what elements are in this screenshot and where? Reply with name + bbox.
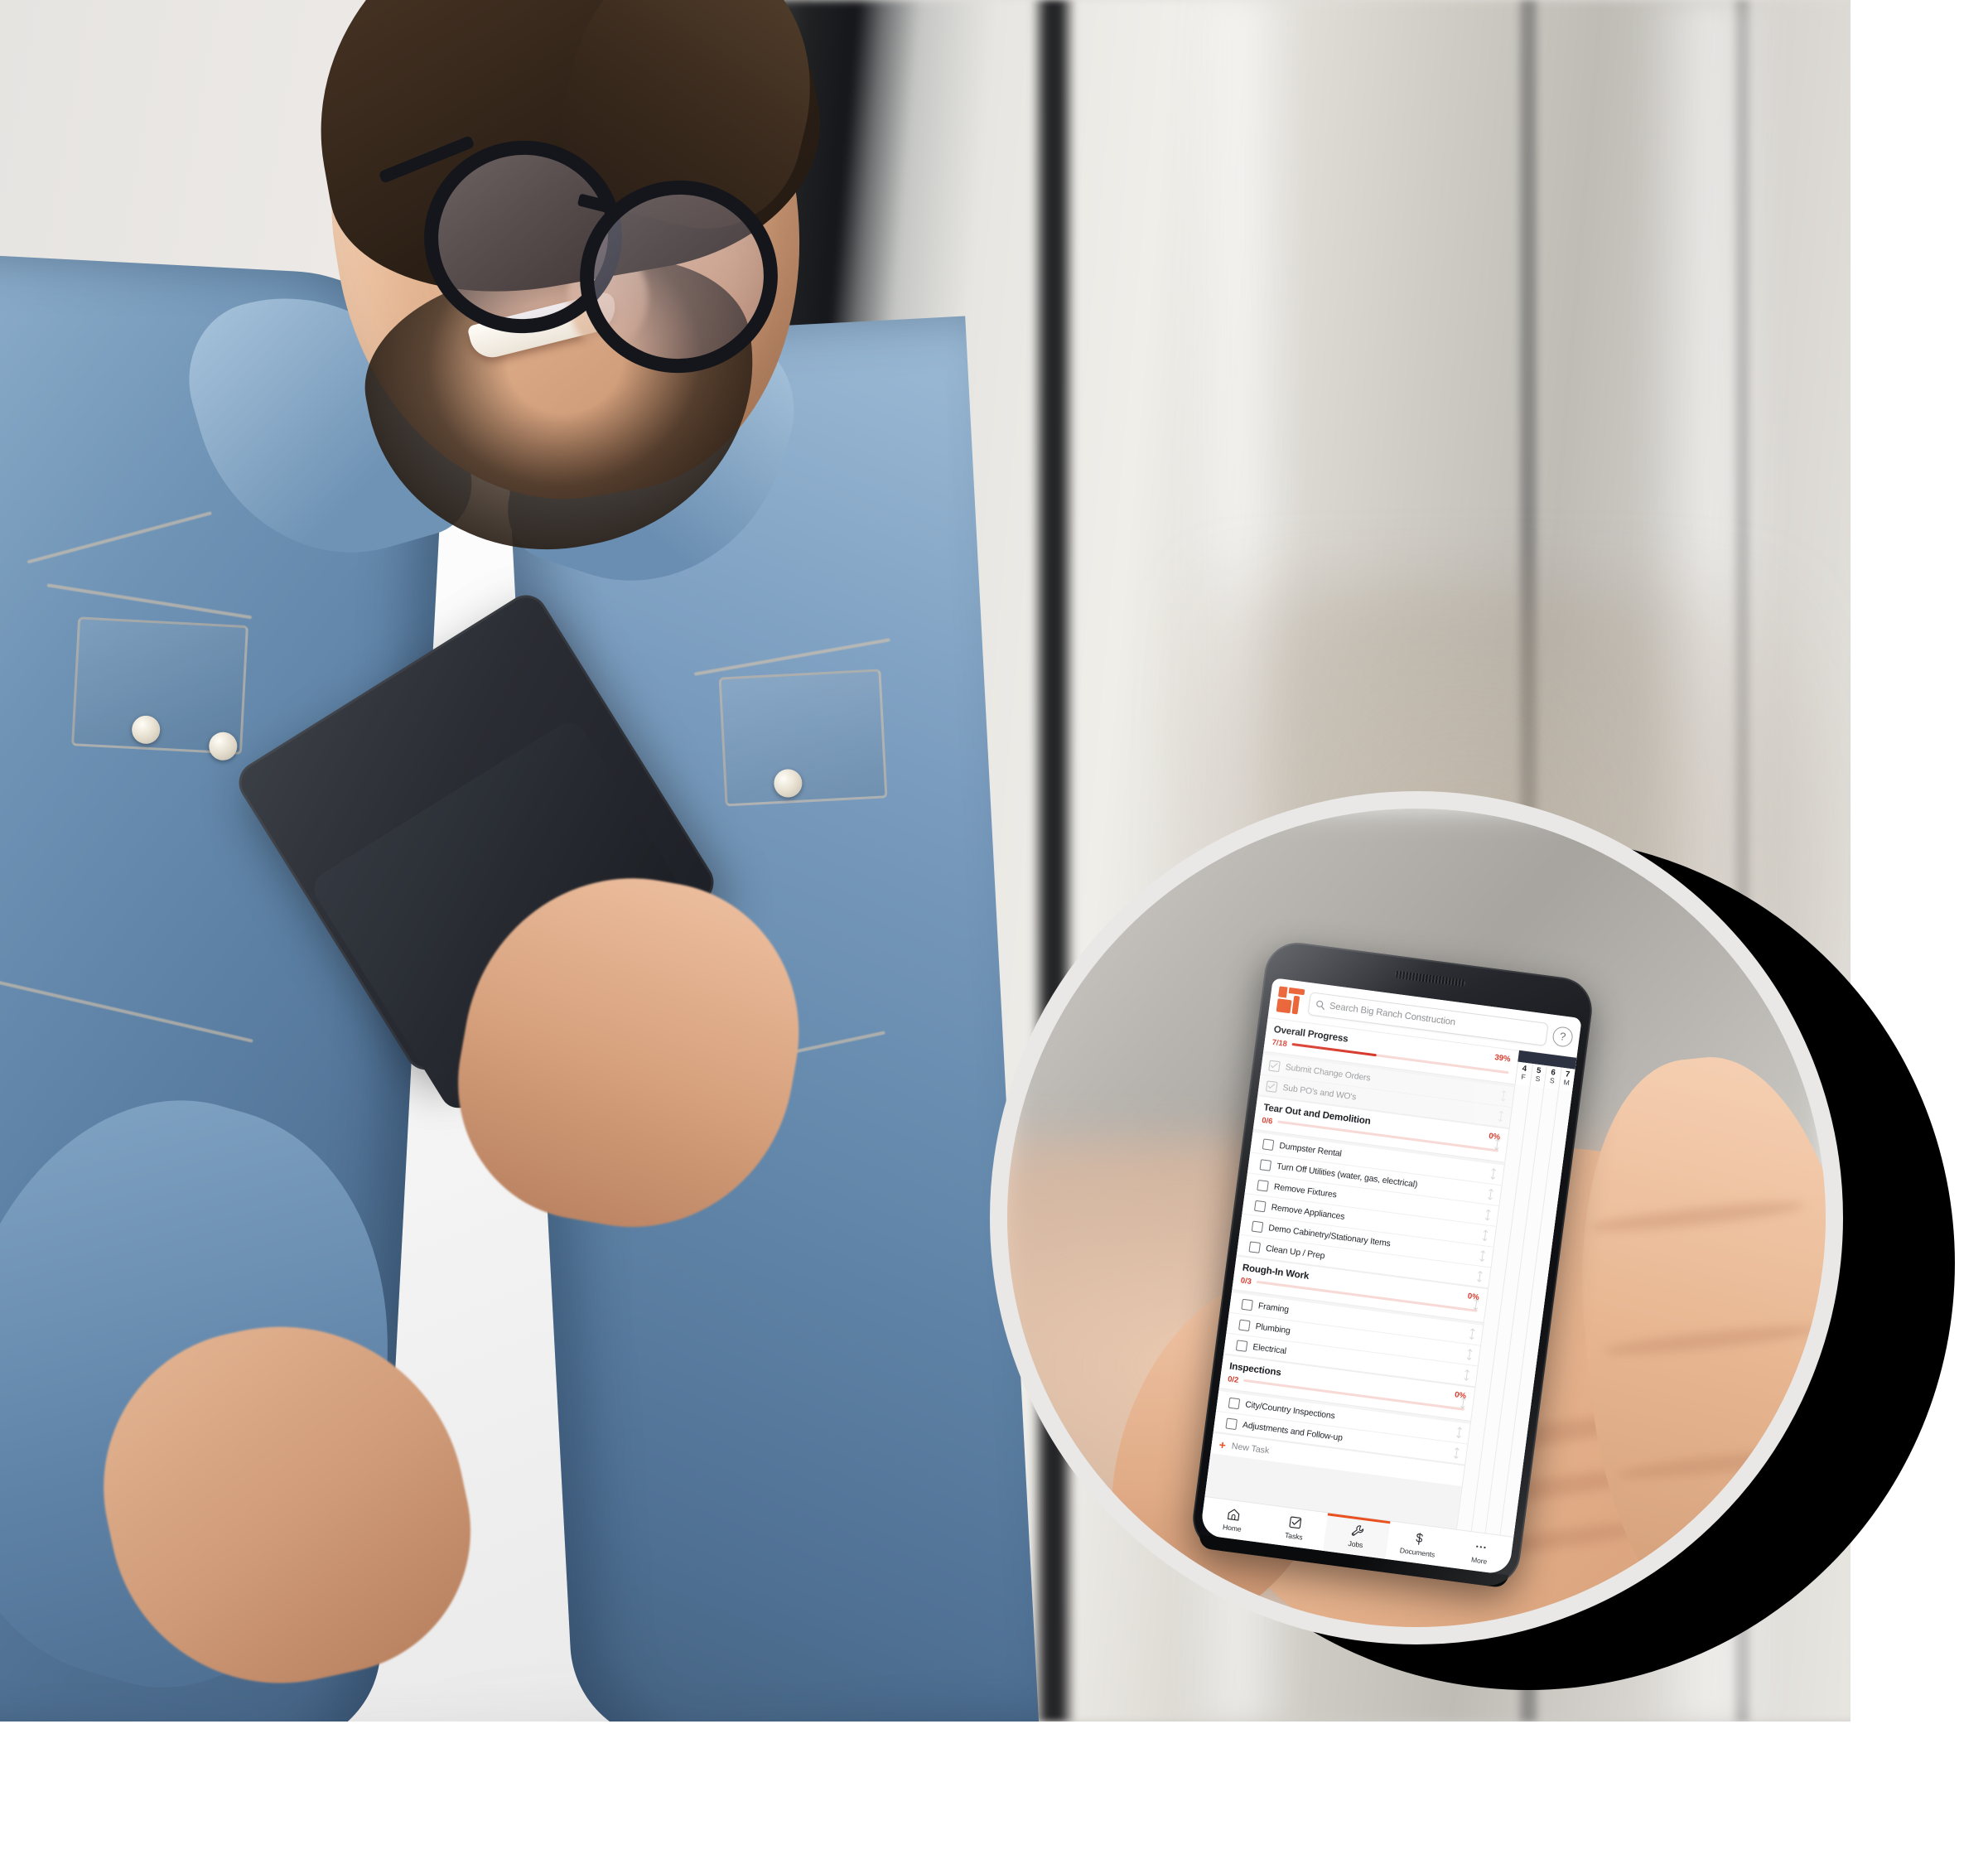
task-label: Remove Appliances [1270,1202,1345,1222]
home-icon [1226,1507,1242,1523]
task-checkbox[interactable] [1266,1079,1278,1093]
drag-handle-icon[interactable] [1489,1168,1497,1181]
task-checkbox[interactable] [1257,1179,1269,1192]
task-label: Framing [1257,1301,1290,1315]
drag-handle-icon[interactable] [1473,1298,1480,1311]
calendar-day-letter: F [1520,1072,1527,1082]
calendar-day-letter: M [1562,1078,1571,1088]
task-checkbox[interactable] [1238,1319,1251,1331]
task-label: Plumbing [1255,1321,1291,1336]
drag-handle-icon[interactable] [1469,1328,1476,1340]
drag-handle-icon[interactable] [1493,1138,1501,1151]
search-placeholder: Search Big Ranch Construction [1329,1000,1456,1027]
task-checkbox[interactable] [1225,1417,1238,1430]
denim-seam [0,978,253,1043]
drag-handle-icon[interactable] [1482,1229,1489,1242]
nav-item-label: Documents [1399,1546,1436,1559]
task-checkbox[interactable] [1248,1240,1262,1253]
drag-handle-icon[interactable] [1479,1250,1486,1263]
nav-item-label: Tasks [1284,1530,1304,1542]
task-label: Sub PO's and WO's [1281,1083,1357,1103]
checkbox-icon [1288,1514,1304,1530]
task-checkbox[interactable] [1262,1137,1275,1151]
calendar-day[interactable]: 7M [1557,1067,1575,1092]
task-checkbox[interactable] [1254,1200,1267,1212]
nav-item-label: More [1470,1555,1488,1566]
drag-handle-icon[interactable] [1460,1397,1467,1409]
phone-callout-circle: Search Big Ranch Construction ? Overall … [990,791,1843,1644]
scene-root: Search Big Ranch Construction ? Overall … [0,0,1988,1864]
calendar-day-letter: S [1549,1076,1556,1085]
wrench-icon [1349,1523,1365,1538]
task-checkbox[interactable] [1268,1060,1281,1072]
denim-snap-button [208,731,239,761]
drag-handle-icon[interactable] [1484,1209,1492,1221]
task-group-fraction: 0/6 [1261,1114,1274,1126]
finger-crease [1590,1196,1806,1236]
task-label: Electrical [1252,1342,1287,1356]
dollar-icon [1411,1531,1427,1547]
help-circle-icon[interactable]: ? [1551,1025,1575,1048]
drag-handle-icon[interactable] [1463,1369,1470,1381]
drag-handle-icon[interactable] [1476,1270,1484,1282]
task-group-fraction: 0/3 [1240,1275,1252,1286]
drag-handle-icon[interactable] [1487,1188,1494,1200]
nav-item-label: Home [1222,1523,1242,1533]
ellipsis-icon [1473,1539,1489,1555]
overall-progress-fraction: 7/18 [1271,1036,1288,1049]
task-label: Dumpster Rental [1278,1141,1343,1159]
task-checkbox[interactable] [1228,1397,1241,1409]
plus-icon: + [1218,1437,1228,1452]
task-checkbox[interactable] [1235,1339,1248,1352]
help-glyph: ? [1559,1030,1567,1043]
drag-handle-icon[interactable] [1455,1427,1463,1439]
finger-crease [1615,1444,1826,1484]
task-group-container: Tear Out and Demolition 0% 0/6 Dumpster Ren… [1213,1095,1509,1466]
buildertrend-logo-icon[interactable] [1276,986,1305,1015]
task-checkbox[interactable] [1251,1220,1264,1233]
task-group-fraction: 0/2 [1227,1374,1239,1384]
task-label: Clean Up / Prep [1265,1243,1325,1261]
task-checkbox[interactable] [1241,1298,1253,1311]
calendar-day-letter: S [1534,1074,1541,1084]
nav-item-label: Jobs [1348,1538,1363,1550]
search-icon [1316,1000,1325,1010]
drag-handle-icon[interactable] [1500,1089,1508,1102]
new-task-label: New Task [1231,1441,1271,1456]
denim-seam [46,583,253,620]
task-label: Remove Fixtures [1273,1182,1338,1200]
denim-pocket [718,669,888,807]
denim-seam [27,511,212,564]
drag-handle-icon[interactable] [1453,1447,1460,1460]
finger-crease [1602,1321,1819,1360]
drag-handle-icon[interactable] [1466,1349,1474,1361]
overall-progress-percent: 39% [1493,1053,1512,1065]
task-checkbox[interactable] [1259,1158,1272,1171]
app-content: Overall Progress 39% 7/18 Submit Change … [1204,1017,1577,1537]
drag-handle-icon[interactable] [1498,1110,1505,1123]
